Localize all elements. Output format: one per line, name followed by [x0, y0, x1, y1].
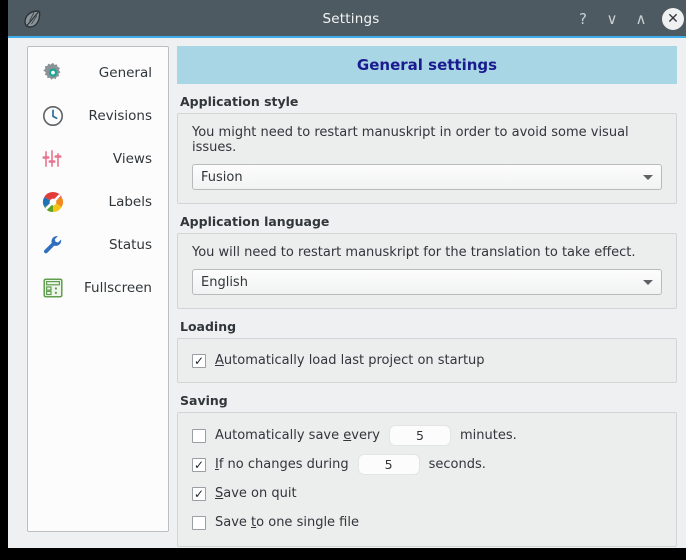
help-button[interactable]: ? — [575, 12, 591, 27]
sidebar-item-label: Labels — [66, 194, 154, 210]
autoload-label: Automatically load last project on start… — [215, 353, 485, 368]
autosave-label-pre: Automatically save — [215, 428, 343, 443]
single-file-label-post: o one single file — [256, 515, 359, 530]
autosave-label-post: very — [351, 428, 380, 443]
autoload-label-text: utomatically load last project on startu… — [224, 353, 485, 368]
single-file-row: ✓ Save to one single file — [192, 510, 662, 535]
settings-window: Settings ? ∨ ∧ ✕ General — [0, 0, 686, 560]
application-language-group: You will need to restart manuskript for … — [177, 233, 677, 309]
single-file-checkbox[interactable]: ✓ — [192, 516, 206, 530]
clock-icon — [40, 103, 66, 129]
leaf-icon — [20, 7, 44, 31]
wrench-icon — [40, 232, 66, 258]
settings-sidebar: General Revisions — [27, 46, 169, 532]
maximize-button[interactable]: ∧ — [633, 12, 649, 27]
autosave-checkbox[interactable]: ✓ — [192, 429, 206, 443]
autosave-unit-label: minutes. — [460, 428, 517, 443]
single-file-label: Save to one single file — [215, 515, 359, 530]
save-on-quit-label-post: ave on quit — [223, 486, 296, 501]
application-style-value: Fusion — [201, 170, 643, 185]
title-bar: Settings ? ∨ ∧ ✕ — [8, 0, 686, 38]
settings-main-panel: General settings Application style You m… — [177, 46, 677, 540]
window-content: General Revisions — [16, 38, 686, 548]
sidebar-item-general[interactable]: General — [28, 51, 168, 94]
loading-group: ✓ Automatically load last project on sta… — [177, 338, 677, 383]
chevron-down-icon — [643, 175, 653, 180]
fullscreen-icon — [40, 275, 66, 301]
sidebar-item-label: Views — [66, 151, 154, 167]
sidebar-item-label: Fullscreen — [66, 280, 154, 296]
sidebar-item-label: General — [66, 65, 154, 81]
autosave-row: ✓ Automatically save every 5 minutes. — [192, 423, 662, 448]
nochanges-row: ✓ If no changes during 5 seconds. — [192, 452, 662, 477]
nochanges-seconds-spinbox[interactable]: 5 — [358, 454, 420, 475]
application-language-combobox[interactable]: English — [192, 269, 662, 295]
nochanges-unit-label: seconds. — [429, 457, 486, 472]
sidebar-item-label: Revisions — [66, 108, 154, 124]
autoload-row: ✓ Automatically load last project on sta… — [192, 348, 662, 373]
application-language-value: English — [201, 275, 643, 290]
autosave-label: Automatically save every — [215, 428, 380, 443]
sidebar-item-views[interactable]: Views — [28, 137, 168, 180]
color-wheel-icon — [40, 189, 66, 215]
section-title-saving: Saving — [180, 393, 677, 408]
autoload-label-mnemonic: A — [215, 353, 224, 368]
application-style-combobox[interactable]: Fusion — [192, 164, 662, 190]
sidebar-item-status[interactable]: Status — [28, 223, 168, 266]
sliders-icon — [40, 146, 66, 172]
section-title-application-language: Application language — [180, 214, 677, 229]
chevron-down-icon — [643, 280, 653, 285]
close-button[interactable]: ✕ — [662, 8, 684, 30]
page-title-banner: General settings — [177, 46, 677, 84]
window-controls: ? ∨ ∧ ✕ — [575, 8, 684, 30]
single-file-label-pre: Save — [215, 515, 251, 530]
application-language-help: You will need to restart manuskript for … — [192, 245, 662, 260]
sidebar-item-label: Status — [66, 237, 154, 253]
sidebar-item-revisions[interactable]: Revisions — [28, 94, 168, 137]
gear-icon — [40, 60, 66, 86]
page-title: General settings — [357, 56, 497, 74]
nochanges-label-post: f no changes during — [219, 457, 349, 472]
minimize-button[interactable]: ∨ — [604, 12, 620, 27]
save-on-quit-row: ✓ Save on quit — [192, 481, 662, 506]
nochanges-label: If no changes during — [215, 457, 349, 472]
save-on-quit-label: Save on quit — [215, 486, 297, 501]
save-on-quit-checkbox[interactable]: ✓ — [192, 487, 206, 501]
autoload-checkbox[interactable]: ✓ — [192, 354, 206, 368]
application-style-group: You might need to restart manuskript in … — [177, 113, 677, 204]
autosave-minutes-spinbox[interactable]: 5 — [389, 425, 451, 446]
section-title-loading: Loading — [180, 319, 677, 334]
application-style-help: You might need to restart manuskript in … — [192, 125, 662, 155]
sidebar-item-fullscreen[interactable]: Fullscreen — [28, 266, 168, 309]
saving-group: ✓ Automatically save every 5 minutes. ✓ … — [177, 412, 677, 547]
sidebar-item-labels[interactable]: Labels — [28, 180, 168, 223]
nochanges-checkbox[interactable]: ✓ — [192, 458, 206, 472]
section-title-application-style: Application style — [180, 94, 677, 109]
